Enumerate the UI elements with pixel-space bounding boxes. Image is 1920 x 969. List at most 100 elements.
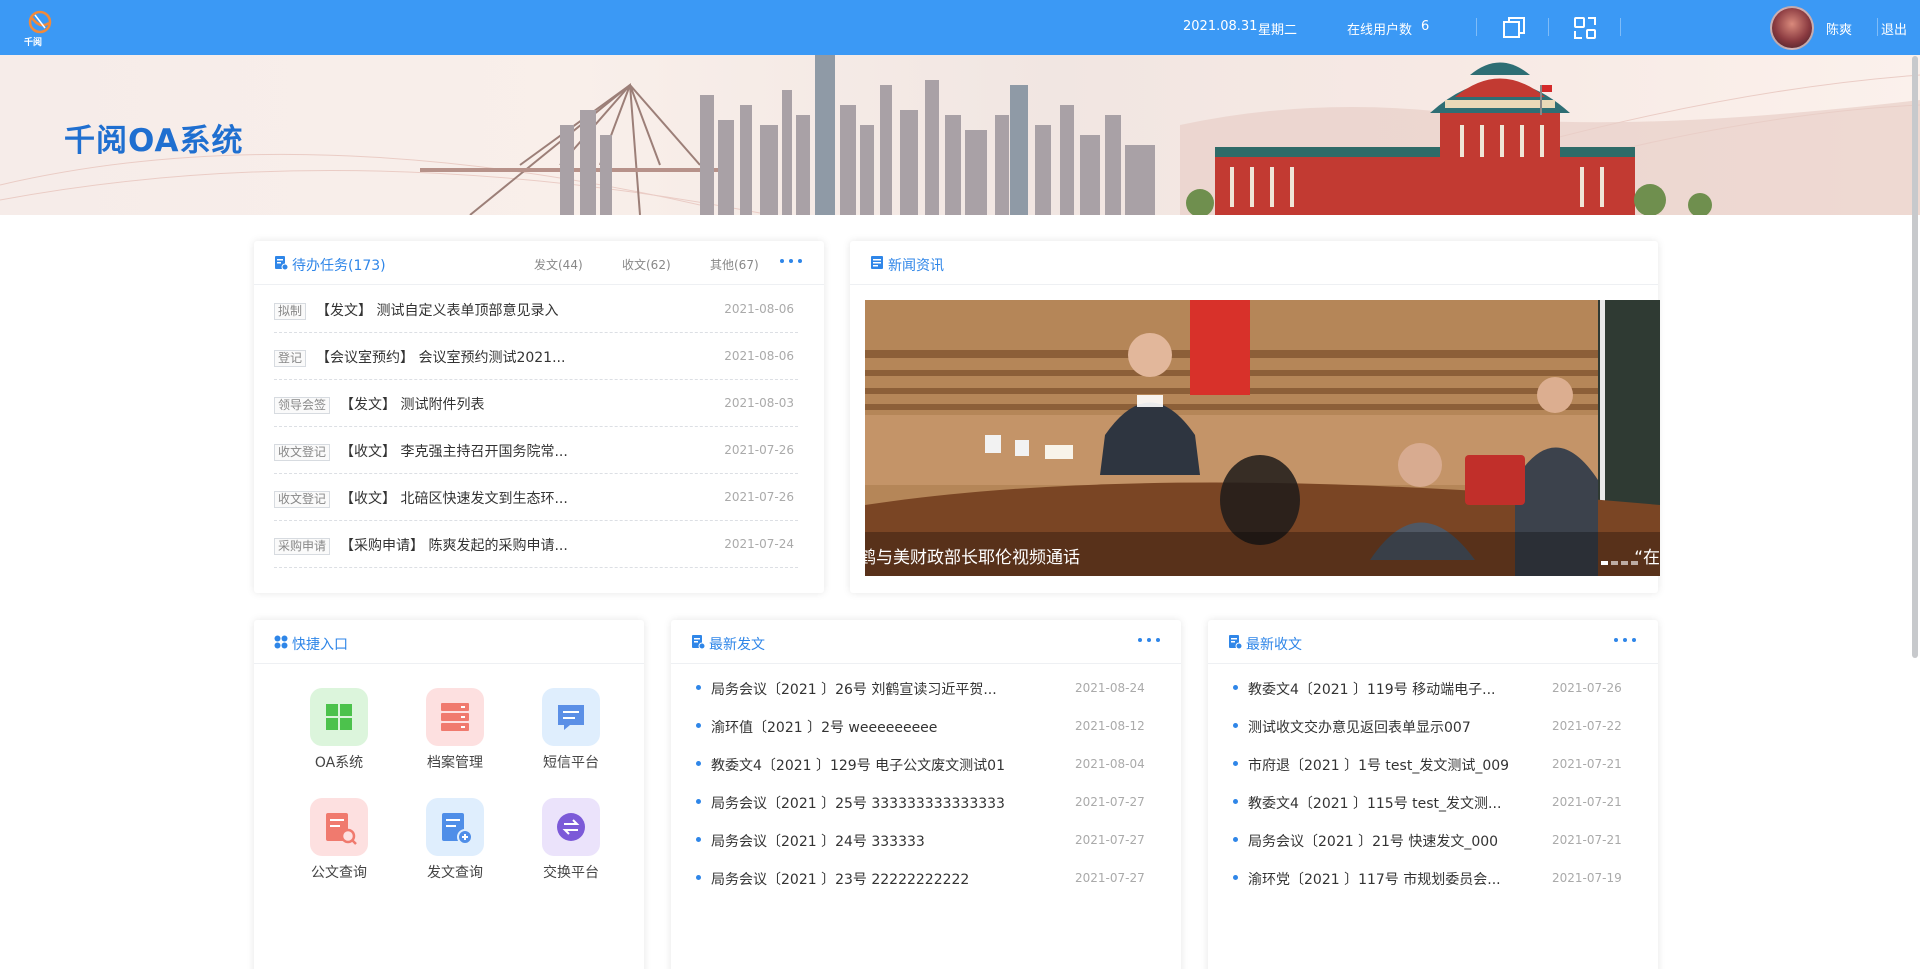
more-icon[interactable] [1614, 632, 1636, 648]
more-icon[interactable] [1138, 632, 1160, 648]
todo-row[interactable]: 采购申请 【采购申请】 陈爽发起的采购申请... 2021-07-24 [274, 521, 798, 568]
shortcut-label: 短信平台 [543, 755, 599, 771]
list-item[interactable]: 局务会议〔2021 〕23号 22222222222 2021-07-27 [696, 861, 1161, 899]
logo[interactable]: 千阅 [22, 9, 62, 48]
list-item[interactable]: 教委文4〔2021 〕115号 test_发文测... 2021-07-21 [1233, 785, 1638, 823]
shortcut-label: 公文查询 [311, 865, 367, 881]
cityscape-illustration [0, 55, 1920, 215]
todo-text[interactable]: 【收文】 李克强主持召开国务院常... [340, 441, 568, 461]
latest-received-title[interactable]: 最新收文 [1246, 634, 1302, 654]
list-item[interactable]: 局务会议〔2021 〕21号 快速发文_000 2021-07-21 [1233, 823, 1638, 861]
online-users-count: 6 [1421, 19, 1430, 34]
filter-other[interactable]: 其他(67) [710, 256, 759, 273]
more-icon[interactable] [780, 253, 802, 269]
list-item[interactable]: 教委文4〔2021 〕129号 电子公文废文测试01 2021-08-04 [696, 747, 1161, 785]
windows-icon [310, 688, 368, 746]
doc-title[interactable]: 教委文4〔2021 〕115号 test_发文测... [1248, 793, 1501, 813]
app-switch-icon[interactable] [1571, 14, 1599, 42]
bullet [696, 723, 701, 728]
list-item[interactable]: 局务会议〔2021 〕26号 刘鹤宣读习近平贺... 2021-08-24 [696, 671, 1161, 709]
news-carousel[interactable]: 鹤与美财政部长耶伦视频通话 “在 [865, 300, 1660, 576]
doc-title[interactable]: 市府退〔2021 〕1号 test_发文测试_009 [1248, 755, 1509, 775]
filter-received[interactable]: 收文(62) [622, 256, 671, 273]
doc-title[interactable]: 渝环党〔2021 〕117号 市规划委员会... [1248, 869, 1501, 889]
doc-title[interactable]: 渝环值〔2021 〕2号 weeeeeeeee [711, 717, 937, 737]
list-item[interactable]: 局务会议〔2021 〕24号 333333 2021-07-27 [696, 823, 1161, 861]
doc-title[interactable]: 局务会议〔2021 〕25号 333333333333333 [711, 793, 1005, 813]
list-item[interactable]: 渝环党〔2021 〕117号 市规划委员会... 2021-07-19 [1233, 861, 1638, 899]
doc-date: 2021-07-21 [1552, 757, 1622, 771]
todo-card-header: 待办任务(173) 发文(44) 收文(62) 其他(67) [254, 241, 824, 285]
doc-title[interactable]: 局务会议〔2021 〕26号 刘鹤宣读习近平贺... [711, 679, 997, 699]
todo-row[interactable]: 拟制 【发文】 测试自定义表单顶部意见录入 2021-08-06 [274, 286, 798, 333]
doc-date: 2021-07-19 [1552, 871, 1622, 885]
username[interactable]: 陈爽 [1826, 19, 1852, 38]
shortcut-label: 档案管理 [427, 755, 483, 771]
doc-date: 2021-07-21 [1552, 833, 1622, 847]
todo-text[interactable]: 【发文】 测试附件列表 [340, 394, 484, 414]
todo-row[interactable]: 领导会签 【发文】 测试附件列表 2021-08-03 [274, 380, 798, 427]
bullet [1233, 837, 1238, 842]
doc-title[interactable]: 局务会议〔2021 〕24号 333333 [711, 831, 925, 851]
todo-row[interactable]: 登记 【会议室预约】 会议室预约测试2021... 2021-08-06 [274, 333, 798, 380]
doc-date: 2021-07-27 [1075, 795, 1145, 809]
news-title[interactable]: 新闻资讯 [888, 255, 944, 275]
todo-text[interactable]: 【收文】 北碚区快速发文到生态环... [340, 488, 568, 508]
status-tag: 领导会签 [274, 397, 331, 414]
shortcut-label: 交换平台 [543, 865, 599, 881]
filter-sent[interactable]: 发文(44) [534, 256, 583, 273]
window-toggle-icon[interactable] [1500, 14, 1528, 42]
status-tag: 采购申请 [274, 538, 331, 555]
logo-text: 千阅 [24, 38, 43, 48]
carousel-dots[interactable] [1601, 561, 1638, 565]
banner: 千阅OA系统 [0, 55, 1920, 215]
divider [1476, 18, 1477, 36]
shortcut-archive[interactable]: 档案管理 [410, 688, 500, 772]
divider [1548, 18, 1549, 36]
todo-text[interactable]: 【采购申请】 陈爽发起的采购申请... [340, 535, 568, 555]
page-scrollbar[interactable] [1912, 56, 1918, 658]
task-list-icon [275, 256, 288, 270]
list-item[interactable]: 教委文4〔2021 〕119号 移动端电子... 2021-07-26 [1233, 671, 1638, 709]
todo-title[interactable]: 待办任务(173) [292, 255, 386, 275]
doc-title[interactable]: 局务会议〔2021 〕21号 快速发文_000 [1248, 831, 1498, 851]
shortcut-label: 发文查询 [427, 865, 483, 881]
avatar[interactable] [1770, 6, 1814, 50]
shortcuts-title[interactable]: 快捷入口 [292, 634, 348, 654]
bullet [696, 837, 701, 842]
todo-date: 2021-08-06 [724, 349, 794, 363]
latest-sent-card: 最新发文 局务会议〔2021 〕26号 刘鹤宣读习近平贺... 2021-08-2… [671, 620, 1181, 969]
list-item[interactable]: 市府退〔2021 〕1号 test_发文测试_009 2021-07-21 [1233, 747, 1638, 785]
send-doc-icon [692, 635, 705, 649]
top-bar: 千阅 2021.08.31 星期二 在线用户数 6 陈爽 退出 [0, 0, 1920, 55]
doc-title[interactable]: 教委文4〔2021 〕119号 移动端电子... [1248, 679, 1496, 699]
doc-title[interactable]: 测试收文交办意见返回表单显示007 [1248, 717, 1471, 737]
bullet [1233, 685, 1238, 690]
news-caption[interactable]: 鹤与美财政部长耶伦视频通话 [865, 543, 1080, 568]
doc-title[interactable]: 局务会议〔2021 〕23号 22222222222 [711, 869, 969, 889]
todo-row[interactable]: 收文登记 【收文】 北碚区快速发文到生态环... 2021-07-26 [274, 474, 798, 521]
list-item[interactable]: 测试收文交办意见返回表单显示007 2021-07-22 [1233, 709, 1638, 747]
sms-icon [542, 688, 600, 746]
latest-sent-title[interactable]: 最新发文 [709, 634, 765, 654]
online-users-label: 在线用户数 [1347, 23, 1413, 38]
bullet [696, 685, 701, 690]
todo-date: 2021-08-06 [724, 302, 794, 316]
logout-link[interactable]: 退出 [1881, 19, 1907, 38]
list-item[interactable]: 渝环值〔2021 〕2号 weeeeeeeee 2021-08-12 [696, 709, 1161, 747]
list-item[interactable]: 局务会议〔2021 〕25号 333333333333333 2021-07-27 [696, 785, 1161, 823]
doc-title[interactable]: 教委文4〔2021 〕129号 电子公文废文测试01 [711, 755, 1005, 775]
shortcut-exchange[interactable]: 交换平台 [526, 798, 616, 882]
doc-date: 2021-08-24 [1075, 681, 1145, 695]
bullet [696, 875, 701, 880]
todo-row[interactable]: 收文登记 【收文】 李克强主持召开国务院常... 2021-07-26 [274, 427, 798, 474]
shortcut-oa-system[interactable]: OA系统 [294, 688, 384, 772]
divider [1877, 18, 1878, 36]
todo-date: 2021-07-26 [724, 443, 794, 457]
shortcut-doc-query[interactable]: 公文查询 [294, 798, 384, 882]
shortcut-sms[interactable]: 短信平台 [526, 688, 616, 772]
shortcut-sent-query[interactable]: 发文查询 [410, 798, 500, 882]
todo-text[interactable]: 【发文】 测试自定义表单顶部意见录入 [316, 300, 558, 320]
news-caption-bar: 鹤与美财政部长耶伦视频通话 “在 [865, 532, 1660, 576]
todo-text[interactable]: 【会议室预约】 会议室预约测试2021... [316, 347, 565, 367]
